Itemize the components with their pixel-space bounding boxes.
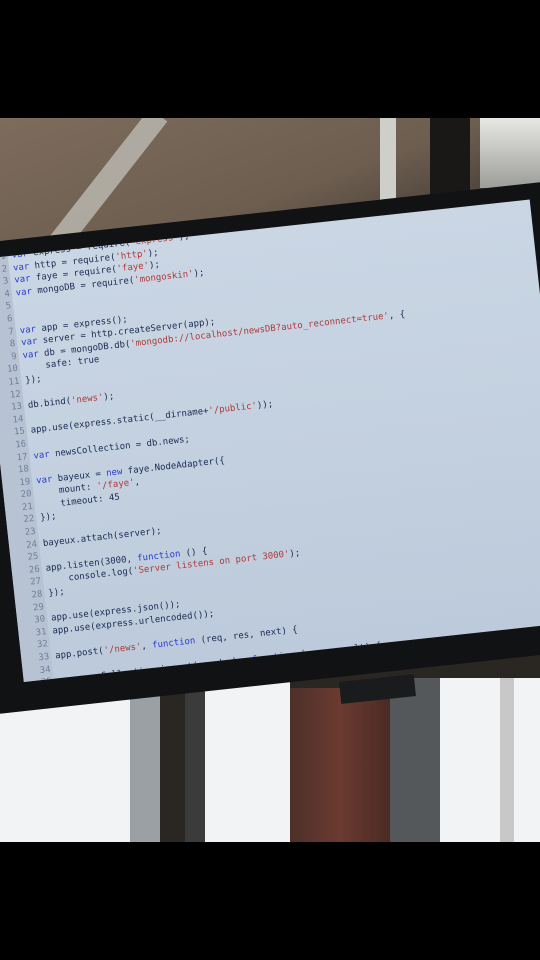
code-editor: 1 var express = require('express'); 2 var h… [0, 200, 540, 681]
ceiling-beam [430, 118, 470, 198]
window-pane [440, 678, 540, 842]
monitor-screen: 1 var express = require('express'); 2 var h… [0, 199, 540, 682]
code-text: }); [39, 511, 58, 524]
window-frame [130, 678, 160, 842]
curtain [290, 688, 390, 842]
ceiling-light [480, 118, 540, 188]
code-text: if (err) { [59, 677, 157, 681]
ceiling-beam [380, 118, 396, 208]
photo: 1 var express = require('express'); 2 var h… [0, 118, 540, 842]
window-frame [390, 678, 440, 842]
monitor: 1 var express = require('express'); 2 var h… [0, 181, 540, 715]
window-frame [500, 678, 514, 842]
window-pane [205, 678, 290, 842]
letterbox-bottom [0, 842, 540, 960]
letterbox-top [0, 0, 540, 118]
code-text: }); [24, 374, 43, 386]
code-text: }); [47, 587, 66, 599]
window-frame [185, 678, 205, 842]
